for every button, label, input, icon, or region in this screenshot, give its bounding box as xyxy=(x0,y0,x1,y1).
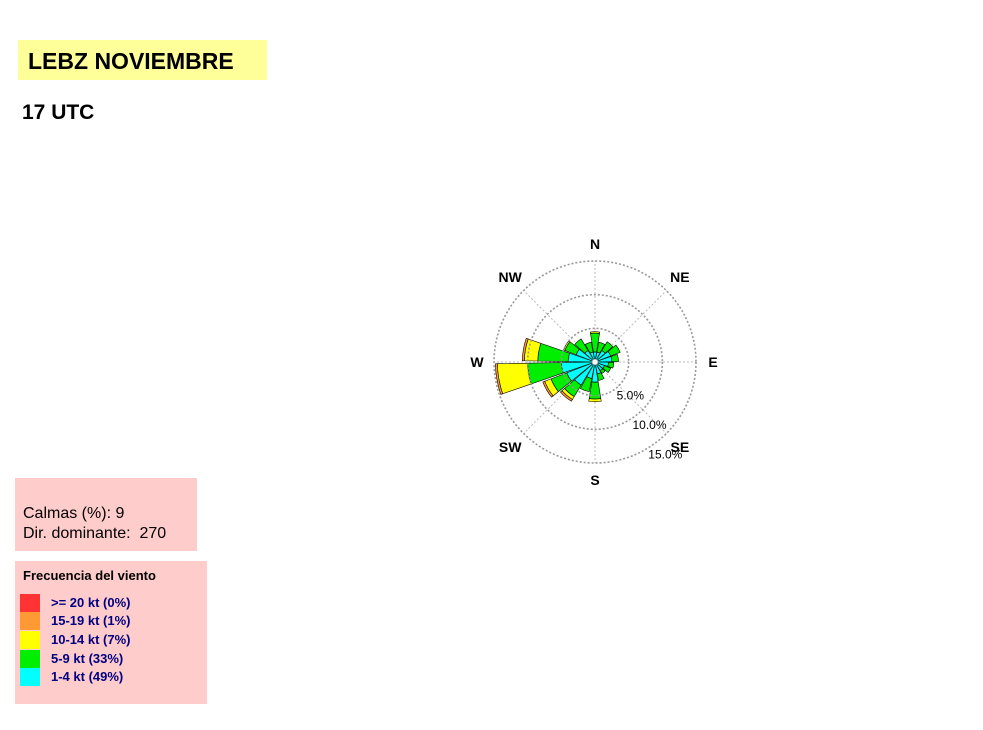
calms-text: Calmas (%): 9 xyxy=(23,505,125,522)
legend-swatch xyxy=(20,594,40,612)
direction-label: W xyxy=(470,354,484,370)
legend-swatch xyxy=(20,668,40,686)
legend-swatch xyxy=(20,612,40,630)
legend-label: 1-4 kt (49%) xyxy=(51,669,124,684)
direction-label: SW xyxy=(499,439,522,455)
direction-label: E xyxy=(708,354,717,370)
legend-swatch xyxy=(20,650,40,668)
legend-swatch xyxy=(20,631,40,649)
direction-label: NE xyxy=(670,269,689,285)
direction-label: SE xyxy=(671,439,690,455)
stats-box: Calmas (%): 9 Dir. dominante: 270 xyxy=(15,478,197,551)
direction-label: N xyxy=(590,236,600,252)
ring-label: 10.0% xyxy=(632,418,666,432)
legend-label: 10-14 kt (7%) xyxy=(51,632,131,647)
rose-bar xyxy=(596,372,605,381)
rose-bar xyxy=(589,331,601,334)
calm-center xyxy=(591,358,599,366)
rose-bar xyxy=(588,381,602,400)
ring-label: 5.0% xyxy=(617,388,645,402)
rose-bar xyxy=(588,398,602,403)
legend-label: 15-19 kt (1%) xyxy=(51,613,131,628)
rose-bar xyxy=(497,362,532,395)
dominant-direction-text: Dir. dominante: 270 xyxy=(23,525,167,542)
legend-label: >= 20 kt (0%) xyxy=(51,595,131,610)
direction-label: NW xyxy=(498,269,522,285)
legend: Frecuencia del viento >= 20 kt (0%) 15-1… xyxy=(15,561,207,704)
legend-title: Frecuencia del viento xyxy=(23,568,156,583)
legend-label: 5-9 kt (33%) xyxy=(51,651,124,666)
direction-label: S xyxy=(590,472,599,488)
